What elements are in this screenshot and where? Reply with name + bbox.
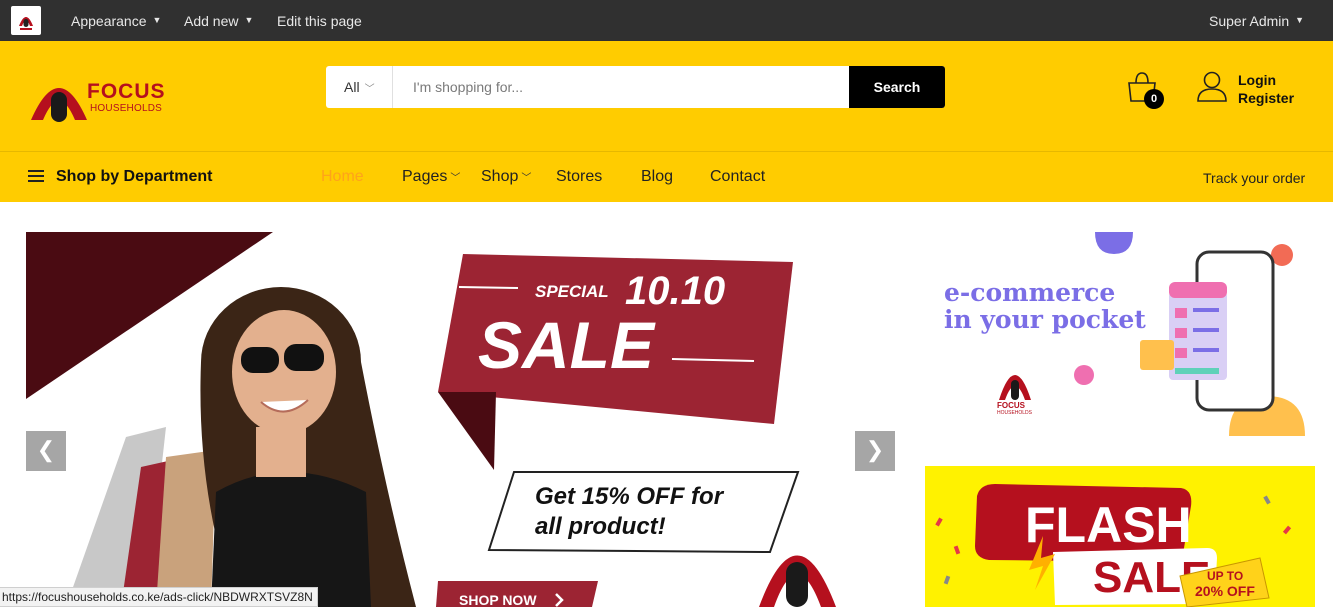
search-category-label: All <box>344 79 360 95</box>
shop-by-department-button[interactable]: Shop by Department <box>28 168 212 186</box>
banner1-brand-name: FOCUS <box>997 401 1026 410</box>
nav-item-shop[interactable]: Shop ﹀ <box>481 168 531 186</box>
banner1-line2: in your pocket <box>944 305 1146 334</box>
nav-item-pages[interactable]: Pages ﹀ <box>402 168 460 186</box>
chevron-down-icon: ﹀ <box>521 173 532 184</box>
hero-sale-text: SALE <box>478 308 656 382</box>
hero-cta-text: SHOP NOW <box>459 592 537 607</box>
nav-label: Contact <box>710 168 766 185</box>
percent-off-text: 20% OFF <box>1195 583 1255 599</box>
register-link[interactable]: Register <box>1238 89 1294 107</box>
cart-count-badge: 0 <box>1144 89 1164 109</box>
hamburger-icon <box>28 170 44 182</box>
chevron-right-icon: ❯ <box>865 437 885 462</box>
browser-status-bar: https://focushouseholds.co.ke/ads-click/… <box>0 587 318 607</box>
caret-down-icon: ▼ <box>244 15 254 25</box>
hero-offer-line2: all product! <box>535 513 666 540</box>
department-label: Shop by Department <box>56 168 213 185</box>
upto-text: UP TO <box>1207 569 1243 583</box>
hero-special-text: SPECIAL <box>535 282 609 301</box>
appearance-menu[interactable]: Appearance ▼ <box>71 13 161 29</box>
slider-prev-button[interactable]: ❮ <box>26 431 66 471</box>
chevron-down-icon: ﹀ <box>450 173 461 184</box>
site-logo-icon[interactable] <box>11 6 41 35</box>
search-bar: All ﹀ Search <box>326 66 945 108</box>
add-new-menu[interactable]: Add new ▼ <box>184 13 253 29</box>
appearance-label: Appearance <box>71 13 147 29</box>
user-menu[interactable]: Super Admin ▼ <box>1209 13 1304 29</box>
account-links: Login Register <box>1238 71 1294 107</box>
nav-label: Stores <box>556 168 603 185</box>
ecommerce-banner-image: e-commerce in your pocket FOCUS HOUSEHOL… <box>944 232 1305 436</box>
nav-item-blog[interactable]: Blog <box>641 168 673 186</box>
flash-text: FLASH <box>1025 497 1192 553</box>
nav-item-home[interactable]: Home <box>321 168 364 186</box>
search-input[interactable] <box>394 66 849 108</box>
banner1-brand-sub: HOUSEHOLDS <box>997 410 1033 416</box>
nav-item-contact[interactable]: Contact <box>710 168 765 186</box>
edit-page-label: Edit this page <box>277 13 362 29</box>
flash-sale-banner-image: FLASH SALE UP TO 20% OFF <box>925 466 1315 607</box>
status-url: https://focushouseholds.co.ke/ads-click/… <box>2 590 313 604</box>
flash-sale-banner[interactable]: FLASH SALE UP TO 20% OFF <box>925 466 1315 607</box>
edit-page-link[interactable]: Edit this page <box>277 13 362 29</box>
brand-name: FOCUS <box>87 80 166 103</box>
search-button[interactable]: Search <box>849 66 945 108</box>
caret-down-icon: ▼ <box>152 15 162 25</box>
brand-logo[interactable]: FOCUS HOUSEHOLDS <box>29 68 169 124</box>
search-category-select[interactable]: All ﹀ <box>326 66 393 108</box>
chevron-left-icon: ❮ <box>36 437 56 462</box>
slider-next-button[interactable]: ❯ <box>855 431 895 471</box>
brand-logo-icon <box>31 75 87 122</box>
user-name: Super Admin <box>1209 13 1290 29</box>
login-link[interactable]: Login <box>1238 71 1294 89</box>
nav-label: Blog <box>641 168 674 185</box>
hero-banner-image[interactable]: SPECIAL 10.10 SALE Get 15% OFF for all p… <box>26 232 895 607</box>
caret-down-icon: ▼ <box>1295 15 1305 25</box>
hero-date-text: 10.10 <box>625 269 725 313</box>
track-order-link[interactable]: Track your order <box>1203 170 1305 186</box>
nav-item-stores[interactable]: Stores <box>556 168 602 186</box>
nav-label: Pages <box>402 168 448 185</box>
nav-label: Home <box>321 168 364 185</box>
ecommerce-banner[interactable]: e-commerce in your pocket FOCUS HOUSEHOL… <box>925 232 1315 436</box>
hero-offer-line1: Get 15% OFF for <box>535 483 725 510</box>
main-navigation: Shop by Department Home Pages ﹀ Shop ﹀ Sto… <box>0 151 1333 202</box>
site-header: FOCUS HOUSEHOLDS All ﹀ Search 0 Login Reg… <box>0 41 1333 152</box>
banner1-line1: e-commerce <box>944 278 1115 307</box>
hero-slider: SPECIAL 10.10 SALE Get 15% OFF for all p… <box>26 232 895 607</box>
brand-sub: HOUSEHOLDS <box>90 103 163 114</box>
chevron-down-icon: ﹀ <box>364 84 375 95</box>
nav-label: Shop <box>481 168 519 185</box>
add-new-label: Add new <box>184 13 239 29</box>
user-icon[interactable] <box>1197 71 1227 103</box>
admin-bar: Appearance ▼ Add new ▼ Edit this page Supe… <box>0 0 1333 41</box>
